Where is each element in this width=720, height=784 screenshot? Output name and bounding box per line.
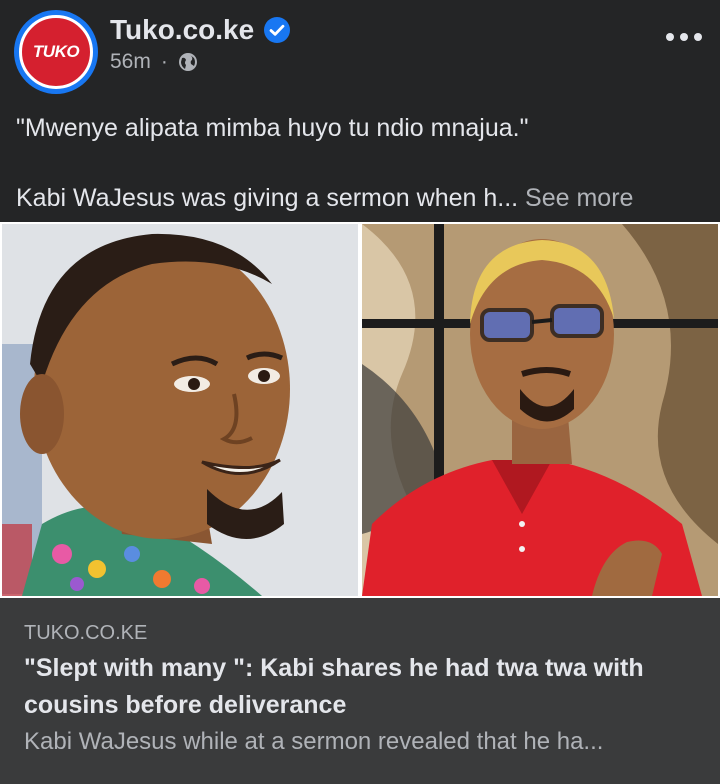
photo-right[interactable] xyxy=(362,224,718,596)
meta-separator: · xyxy=(160,50,168,73)
post-header: TUKO Tuko.co.ke 56m · xyxy=(0,0,720,96)
page-name[interactable]: Tuko.co.ke xyxy=(110,14,254,46)
more-dot xyxy=(680,33,688,41)
more-options-icon[interactable] xyxy=(666,22,702,52)
link-domain: TUKO.CO.KE xyxy=(24,622,148,644)
post-images[interactable] xyxy=(0,222,720,598)
post-text: "Mwenye alipata mimba huyo tu ndio mnaju… xyxy=(16,110,706,216)
logo-text: TUKO xyxy=(32,42,80,61)
tuko-logo: TUKO xyxy=(19,15,93,89)
see-more-link[interactable]: See more xyxy=(525,184,633,212)
page-name-row: Tuko.co.ke xyxy=(110,14,291,46)
link-description: Kabi WaJesus while at a sermon revealed … xyxy=(24,728,604,755)
link-preview-card[interactable]: TUKO.CO.KE "Slept with many ": Kabi shar… xyxy=(0,598,720,784)
post-body: Kabi WaJesus was giving a sermon when h.… xyxy=(16,184,519,212)
photo-left[interactable] xyxy=(2,224,358,596)
post-meta: 56m · xyxy=(110,50,198,74)
post-time[interactable]: 56m xyxy=(110,50,151,74)
globe-icon xyxy=(178,53,197,71)
more-dot xyxy=(666,33,674,41)
more-dot xyxy=(694,33,702,41)
link-title[interactable]: "Slept with many ": Kabi shares he had t… xyxy=(24,650,704,724)
smiling-man-photo xyxy=(2,224,358,596)
verified-badge-icon xyxy=(264,17,291,43)
post-quote: "Mwenye alipata mimba huyo tu ndio mnaju… xyxy=(16,114,529,142)
man-red-shirt-photo xyxy=(362,224,718,596)
page-avatar[interactable]: TUKO xyxy=(14,10,98,94)
post-body-line: Kabi WaJesus was giving a sermon when h.… xyxy=(16,180,706,216)
